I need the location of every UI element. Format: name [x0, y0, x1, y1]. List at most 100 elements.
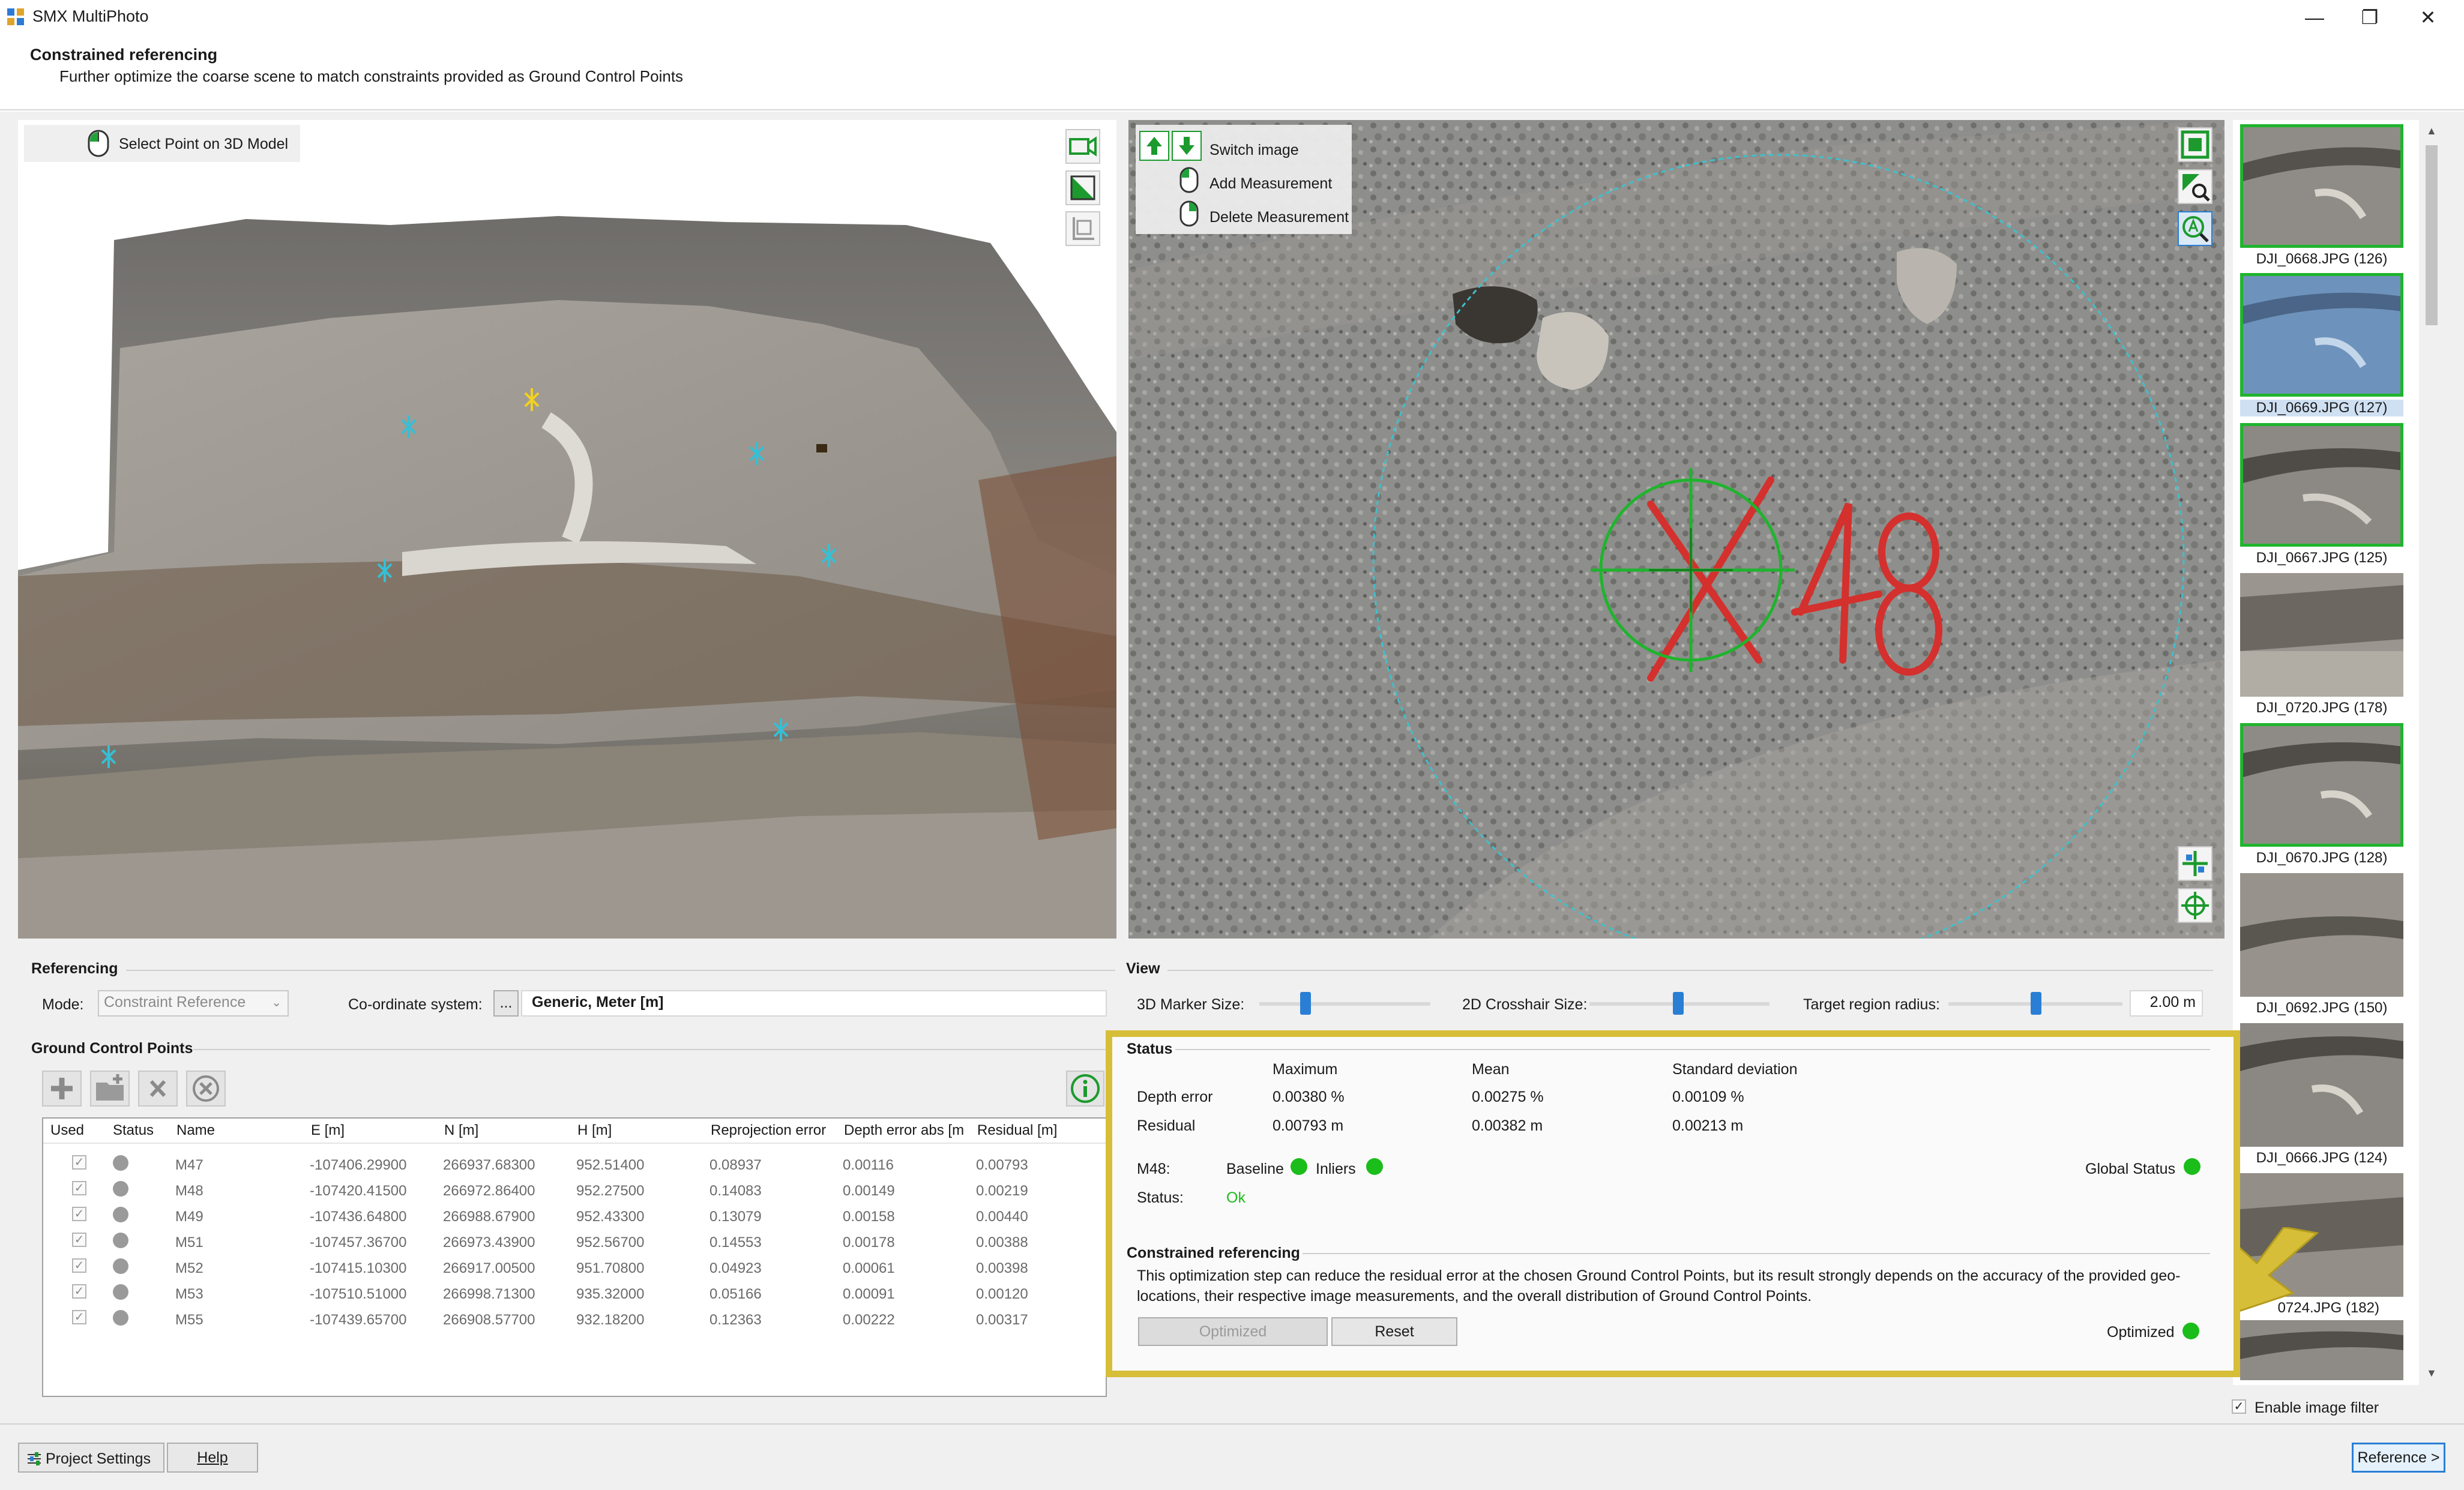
thumbnail-photo [2240, 1320, 2403, 1380]
table-row[interactable]: ✓ M48 -107420.41500 266972.86400 952.275… [42, 1177, 1107, 1203]
crosshair-size-label: 2D Crosshair Size: [1462, 996, 1588, 1013]
zoom-region-button[interactable] [2178, 169, 2212, 204]
gcp-reprojection: 0.14083 [709, 1183, 762, 1199]
gcp-title: Ground Control Points [31, 1040, 193, 1057]
marker-size-slider[interactable] [1259, 1002, 1430, 1006]
table-row[interactable]: ✓ M52 -107415.10300 266917.00500 951.708… [42, 1254, 1107, 1281]
column-header[interactable]: Depth error abs [m [844, 1122, 964, 1139]
delete-gcp-button[interactable] [138, 1071, 178, 1107]
column-header[interactable]: Used [50, 1122, 84, 1139]
help-button[interactable]: Help [167, 1443, 258, 1473]
scroll-up-icon[interactable]: ▲ [2426, 125, 2437, 137]
camera-view-button[interactable] [1065, 129, 1100, 164]
column-header[interactable]: Status [113, 1122, 154, 1139]
residual-label: Residual [1137, 1117, 1196, 1134]
gcp-depth-error: 0.00178 [843, 1234, 895, 1251]
column-header[interactable]: H [m] [577, 1122, 612, 1139]
crosshair-toggle-button[interactable] [2178, 846, 2212, 881]
thumbnail-image-selected[interactable] [2240, 273, 2403, 397]
marker-size-slider-thumb[interactable] [1300, 992, 1311, 1015]
table-row[interactable]: ✓ M55 -107439.65700 266908.57700 932.182… [42, 1306, 1107, 1332]
thumbnail-image[interactable] [2240, 723, 2403, 847]
restore-button[interactable]: ❐ [2352, 4, 2388, 31]
switch-image-up-button[interactable] [1139, 131, 1169, 161]
used-checkbox[interactable]: ✓ [72, 1181, 86, 1195]
status-dot [113, 1310, 128, 1326]
used-checkbox[interactable]: ✓ [72, 1284, 86, 1299]
clear-all-icon [193, 1075, 219, 1102]
optimized-status-dot [2182, 1323, 2199, 1339]
gcp-depth-error: 0.00149 [843, 1183, 895, 1199]
coord-system-button[interactable]: ... [493, 990, 519, 1017]
reference-next-button[interactable]: Reference > [2352, 1443, 2445, 1473]
column-header[interactable]: Name [176, 1122, 215, 1139]
crosshair-icon [2182, 851, 2208, 876]
optimized-status-label: Optimized [2107, 1324, 2175, 1341]
step-title: Constrained referencing [30, 46, 218, 64]
thumbnail-scrollbar[interactable]: ▲ ▼ [2423, 120, 2441, 1385]
scrollbar-thumb[interactable] [2426, 145, 2438, 325]
gcp-residual: 0.00398 [976, 1260, 1028, 1276]
used-checkbox[interactable]: ✓ [72, 1207, 86, 1221]
table-row[interactable]: ✓ M51 -107457.36700 266973.43900 952.567… [42, 1228, 1107, 1255]
used-checkbox[interactable]: ✓ [72, 1258, 86, 1273]
view-title: View [1126, 960, 1160, 977]
thumbnail-image[interactable] [2240, 1320, 2403, 1380]
select-point-tool[interactable]: Select Point on 3D Model [24, 125, 300, 162]
table-row[interactable]: ✓ M49 -107436.64800 266988.67900 952.433… [42, 1203, 1107, 1229]
scroll-down-icon[interactable]: ▼ [2426, 1367, 2437, 1380]
gcp-name: M47 [175, 1157, 203, 1173]
drone-image-render [1128, 120, 2225, 939]
column-header[interactable]: E [m] [311, 1122, 345, 1139]
gcp-e: -107406.29900 [310, 1157, 407, 1173]
target-radius-field[interactable]: 2.00 m [2130, 990, 2203, 1017]
image-filter-checkbox[interactable]: ✓ [2232, 1399, 2246, 1414]
fit-view-button[interactable] [1065, 170, 1100, 205]
gcp-info-button[interactable] [1066, 1071, 1104, 1107]
axis-icon [1073, 217, 1094, 240]
reset-button[interactable]: Reset [1331, 1317, 1457, 1346]
thumbnail-image[interactable] [2240, 423, 2403, 547]
used-checkbox[interactable]: ✓ [72, 1155, 86, 1170]
import-gcp-button[interactable] [90, 1071, 130, 1107]
project-settings-button[interactable]: Project Settings [18, 1443, 164, 1473]
column-header[interactable]: Residual [m] [977, 1122, 1057, 1139]
window-title: SMX MultiPhoto [32, 7, 149, 25]
add-gcp-button[interactable] [42, 1071, 82, 1107]
residual-mean: 0.00382 m [1472, 1117, 1543, 1134]
thumbnail-image[interactable] [2240, 1023, 2403, 1147]
global-status-dot [2184, 1158, 2200, 1175]
table-row[interactable]: ✓ M47 -107406.29900 266937.68300 952.514… [42, 1151, 1107, 1177]
used-checkbox[interactable]: ✓ [72, 1233, 86, 1247]
gcp-depth-error: 0.00222 [843, 1312, 895, 1328]
auto-zoom-button[interactable] [2178, 211, 2212, 246]
column-header[interactable]: Reprojection error [711, 1122, 826, 1139]
optimize-button[interactable]: Optimized [1138, 1317, 1328, 1346]
used-checkbox[interactable]: ✓ [72, 1310, 86, 1324]
delete-icon [149, 1080, 166, 1098]
axis-view-button[interactable] [1065, 211, 1100, 246]
center-target-button[interactable] [2178, 888, 2212, 923]
mode-select[interactable]: Constraint Reference ⌄ [98, 990, 289, 1017]
minimize-button[interactable]: — [2297, 4, 2333, 31]
thumbnail-image[interactable] [2240, 573, 2403, 697]
gcp-depth-error: 0.00091 [843, 1286, 895, 1302]
divider [1303, 1253, 2210, 1254]
clear-gcp-button[interactable] [186, 1071, 226, 1107]
3d-model-view[interactable] [18, 120, 1116, 939]
column-header[interactable]: N [m] [444, 1122, 478, 1139]
thumbnail-image[interactable] [2240, 873, 2403, 997]
referencing-title: Referencing [31, 960, 118, 977]
target-radius-slider-thumb[interactable] [2031, 992, 2041, 1015]
image-measurement-view[interactable] [1128, 120, 2225, 939]
gcp-h: 952.51400 [576, 1157, 645, 1173]
crosshair-size-slider-thumb[interactable] [1673, 992, 1684, 1015]
thumbnail-photo [2243, 726, 2400, 844]
fit-image-button[interactable] [2178, 127, 2212, 162]
switch-image-down-button[interactable] [1172, 131, 1202, 161]
zoom-in-icon [2182, 174, 2210, 202]
thumbnail-image[interactable] [2240, 124, 2403, 248]
close-button[interactable]: ✕ [2410, 4, 2446, 31]
table-row[interactable]: ✓ M53 -107510.51000 266998.71300 935.320… [42, 1280, 1107, 1306]
mean-column-header: Mean [1472, 1061, 1510, 1078]
